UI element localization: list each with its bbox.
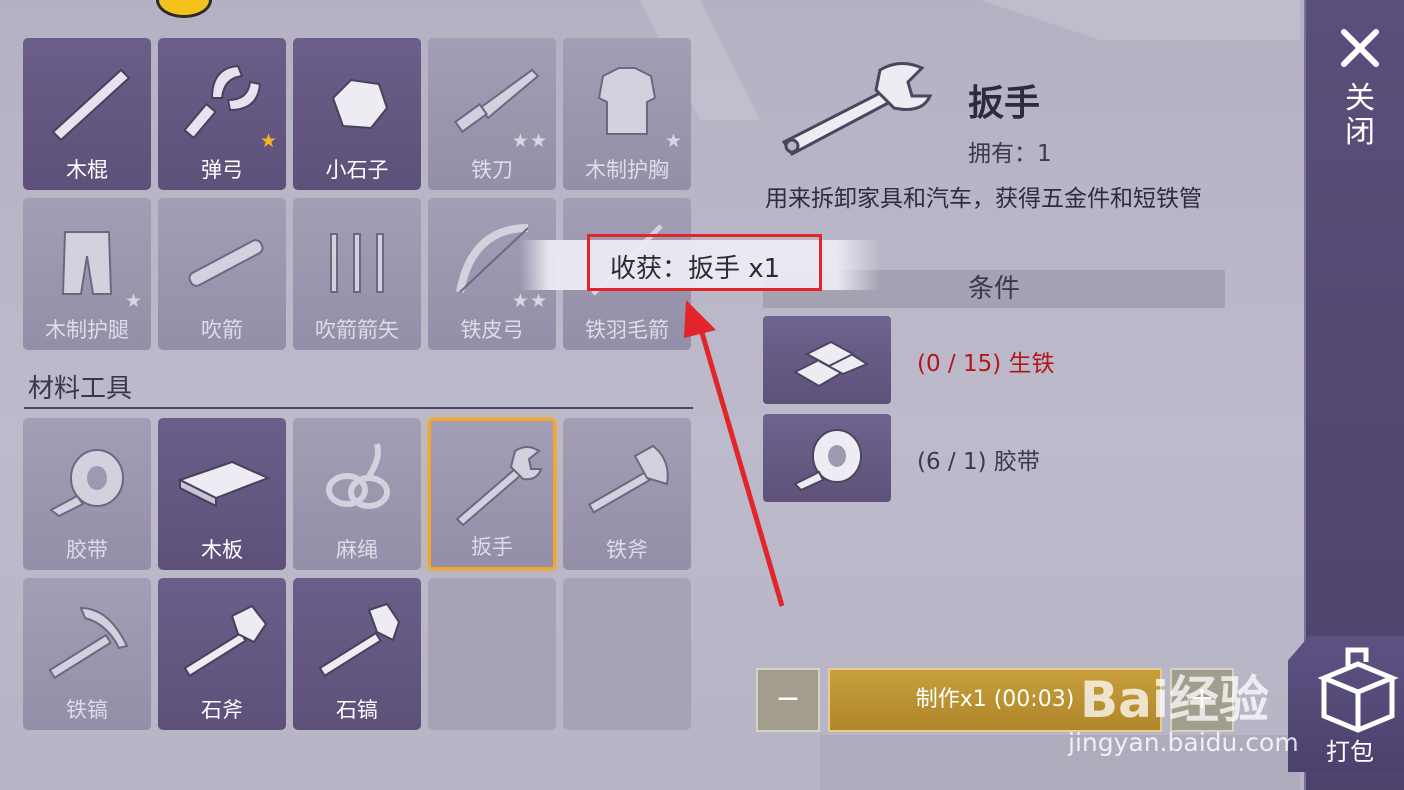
rope-icon [326, 443, 390, 509]
slot-iron-axe[interactable]: 铁斧 [563, 418, 691, 570]
pebble-icon [331, 78, 389, 130]
requirement-tape[interactable] [763, 414, 891, 502]
slot-iron-knife[interactable]: ★★ 铁刀 [428, 38, 556, 190]
blowgun-darts-icon [330, 233, 384, 293]
slot-label: 铁刀 [471, 158, 513, 182]
slot-pebble[interactable]: 小石子 [293, 38, 421, 190]
wrench-icon [455, 446, 543, 527]
top-badge-icon [156, 0, 212, 18]
slot-label: 石镐 [336, 698, 378, 722]
slot-label: 木板 [201, 538, 243, 562]
iron-ingot-icon [792, 340, 870, 388]
star-rating: ★ [259, 130, 278, 152]
slot-label: 吹箭 [201, 318, 243, 342]
slot-label: 吹箭箭矢 [315, 318, 399, 342]
slot-label: 木制护腿 [45, 318, 129, 342]
watermark-url: jingyan.baidu.com [1068, 728, 1299, 757]
star-rating: ★★ [511, 130, 548, 152]
requirement-text: (0 / 15) 生铁 [917, 351, 1055, 377]
slot-label: 铁斧 [606, 538, 648, 562]
requirement-iron-ingot[interactable] [763, 316, 891, 404]
slot-rope[interactable]: 麻绳 [293, 418, 421, 570]
slot-stone-pickaxe[interactable]: 石镐 [293, 578, 421, 730]
slot-label: 木棍 [66, 158, 108, 182]
package-box-icon [1317, 647, 1399, 733]
item-title: 扳手 [968, 83, 1041, 124]
wrench-icon [781, 62, 933, 156]
iron-axe-icon [587, 444, 669, 514]
wooden-stick-icon [51, 68, 131, 142]
slot-iron-pickaxe[interactable]: 铁镐 [23, 578, 151, 730]
slingshot-icon [183, 64, 262, 140]
decrease-button[interactable]: − [756, 668, 820, 732]
slot-label: 石斧 [201, 698, 243, 722]
slot-label: 铁羽毛箭 [585, 318, 669, 342]
slot-label: 木制护胸 [585, 158, 669, 182]
slot-wood-plank[interactable]: 木板 [158, 418, 286, 570]
tape-icon [793, 429, 862, 492]
wood-plank-icon [177, 460, 271, 508]
owned-count: 拥有：1 [968, 141, 1052, 167]
wooden-leggings-icon [61, 231, 113, 295]
slot-label: 铁皮弓 [460, 318, 524, 342]
slot-wrench-selected[interactable]: 扳手 [428, 418, 556, 570]
slot-wooden-leggings[interactable]: ★ 木制护腿 [23, 198, 151, 350]
section-title: 材料工具 [28, 374, 133, 404]
close-button-label[interactable]: 关闭 [1340, 82, 1380, 150]
section-divider [24, 407, 693, 409]
close-icon[interactable] [1336, 24, 1384, 72]
star-rating: ★ [124, 290, 143, 312]
slot-label: 麻绳 [336, 538, 378, 562]
pack-button-label[interactable]: 打包 [1326, 732, 1374, 767]
tape-icon [49, 449, 124, 518]
slot-label: 扳手 [471, 535, 513, 559]
iron-pickaxe-icon [48, 606, 129, 680]
slot-empty [563, 578, 691, 730]
item-description: 用来拆卸家具和汽车，获得五金件和短铁管 [765, 186, 1202, 212]
stone-pickaxe-icon [318, 602, 401, 678]
slot-label: 铁镐 [66, 698, 108, 722]
wooden-chestplate-icon [597, 67, 657, 135]
annotation-highlight-box [587, 234, 822, 291]
slot-blowgun-darts[interactable]: 吹箭箭矢 [293, 198, 421, 350]
watermark-logo: Bai经验 [1080, 671, 1269, 729]
slot-blowgun[interactable]: 吹箭 [158, 198, 286, 350]
stone-axe-icon [183, 604, 268, 678]
blowgun-icon [188, 239, 264, 287]
slot-tape[interactable]: 胶带 [23, 418, 151, 570]
star-rating: ★ [664, 130, 683, 152]
slot-stone-axe[interactable]: 石斧 [158, 578, 286, 730]
slot-wooden-chestplate[interactable]: ★ 木制护胸 [563, 38, 691, 190]
slot-wooden-stick[interactable]: 木棍 [23, 38, 151, 190]
slot-label: 小石子 [325, 158, 389, 182]
slot-empty [428, 578, 556, 730]
slot-label: 胶带 [66, 538, 108, 562]
slot-label: 弹弓 [201, 158, 243, 182]
slot-slingshot[interactable]: ★ 弹弓 [158, 38, 286, 190]
star-rating: ★★ [511, 290, 548, 312]
requirement-text: (6 / 1) 胶带 [917, 449, 1040, 475]
